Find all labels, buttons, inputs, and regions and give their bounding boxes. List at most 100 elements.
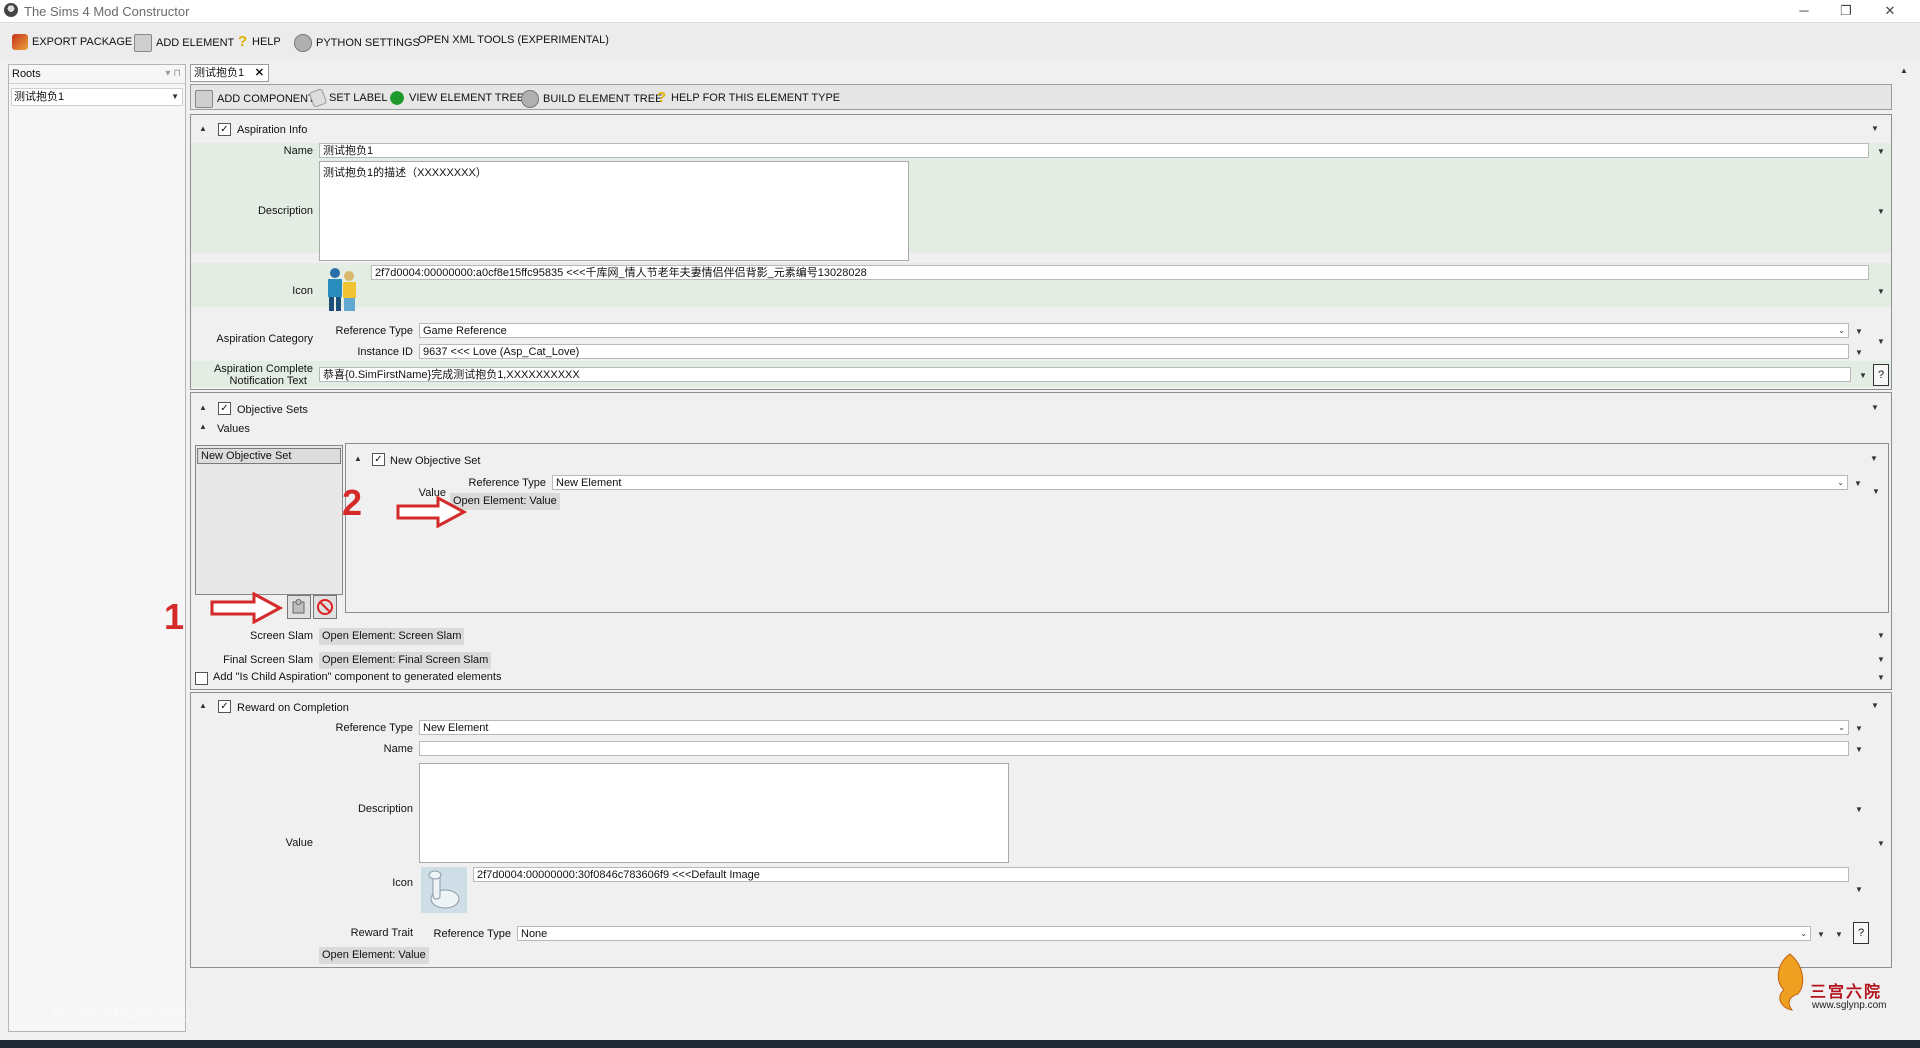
dropdown-arrow-icon[interactable]: ▼ [1872, 487, 1880, 496]
trait-reference-type-select[interactable]: None ⌄ [517, 926, 1811, 941]
annotation-number-1: 1 [164, 596, 185, 637]
pin-icon[interactable]: ▾ ⊓ [165, 65, 181, 83]
help-label: HELP [252, 36, 281, 48]
tab-document[interactable]: 测试抱负1 ✕ [190, 64, 269, 82]
reward-reference-type-select[interactable]: New Element ⌄ [419, 720, 1849, 735]
reward-name-field[interactable] [419, 741, 1849, 756]
collapse-icon[interactable]: ▲ [199, 124, 207, 133]
reward-value-label: Value [285, 837, 313, 849]
reference-type-select[interactable]: Game Reference ⌄ [419, 323, 1849, 338]
list-item[interactable]: New Objective Set [197, 448, 341, 464]
objective-set-list: New Objective Set [195, 445, 343, 595]
dropdown-arrow-icon[interactable]: ▼ [1877, 287, 1885, 296]
dropdown-arrow-icon[interactable]: ▼ [1835, 930, 1843, 939]
logo-url: www.sglynp.com [1812, 1000, 1887, 1011]
puzzle-icon [134, 34, 152, 52]
dropdown-arrow-icon[interactable]: ▼ [1877, 839, 1885, 848]
dropdown-arrow-icon[interactable]: ▼ [1859, 371, 1867, 380]
reference-type-label: Reference Type [468, 477, 546, 489]
dropdown-arrow-icon[interactable]: ▼ [1877, 631, 1885, 640]
view-element-tree-button[interactable]: VIEW ELEMENT TREE [389, 90, 524, 106]
scroll-up-icon[interactable]: ▲ [1900, 66, 1908, 75]
reward-name-label: Name [383, 743, 413, 755]
dropdown-arrow-icon[interactable]: ▼ [1870, 454, 1878, 463]
collapse-icon[interactable]: ▲ [199, 422, 207, 431]
reward-checkbox[interactable]: ✓ [218, 700, 231, 713]
aspiration-info-checkbox[interactable]: ✓ [218, 123, 231, 136]
help-icon: ? [657, 89, 667, 106]
help-button[interactable]: ? HELP [238, 34, 281, 50]
python-settings-button[interactable]: PYTHON SETTINGS [294, 34, 420, 52]
dropdown-arrow-icon[interactable]: ▼ [1871, 403, 1879, 412]
dropdown-arrow-icon[interactable]: ▼ [1855, 805, 1863, 814]
add-component-button[interactable]: ADD COMPONENT [195, 90, 315, 108]
reward-description-textarea[interactable] [419, 763, 1009, 863]
dropdown-arrow-icon[interactable]: ▼ [1855, 885, 1863, 894]
instance-id-label: Instance ID [357, 346, 413, 358]
add-item-button[interactable] [287, 595, 311, 619]
dropdown-arrow-icon[interactable]: ▼ [1817, 930, 1825, 939]
add-element-button[interactable]: ADD ELEMENT [134, 34, 234, 52]
name-field[interactable]: 测试抱负1 [319, 143, 1869, 158]
maximize-button[interactable]: ❐ [1826, 0, 1866, 22]
build-element-tree-label: BUILD ELEMENT TREE [543, 93, 663, 105]
reward-reference-type-value: New Element [423, 722, 489, 734]
chevron-down-icon: ⌄ [1838, 326, 1845, 335]
collapse-icon[interactable]: ▲ [199, 701, 207, 710]
package-icon [12, 34, 28, 50]
taskbar [0, 1040, 1920, 1048]
reward-open-element-value-button[interactable]: Open Element: Value [319, 947, 429, 964]
aspiration-category-label: Aspiration Category [216, 333, 313, 345]
open-screen-slam-button[interactable]: Open Element: Screen Slam [319, 628, 465, 645]
icon-resource-field[interactable]: 2f7d0004:00000000:a0cf8e15ffc95835 <<<千库… [371, 265, 1869, 280]
set-label-button[interactable]: SET LABEL [308, 88, 388, 108]
dropdown-arrow-icon[interactable]: ▼ [1877, 147, 1885, 156]
screen-slam-label: Screen Slam [250, 630, 313, 642]
remove-item-button[interactable] [313, 595, 337, 619]
puzzle-icon [292, 599, 305, 614]
dropdown-arrow-icon[interactable]: ▼ [1855, 745, 1863, 754]
export-package-button[interactable]: EXPORT PACKAGE [12, 34, 132, 50]
dropdown-arrow-icon[interactable]: ▼ [1871, 701, 1879, 710]
phoenix-logo-icon [1777, 953, 1804, 1011]
description-label: Description [257, 205, 313, 217]
child-aspiration-checkbox[interactable] [195, 672, 208, 685]
reward-icon-resource-field[interactable]: 2f7d0004:00000000:30f0846c783606f9 <<<De… [473, 867, 1849, 882]
collapse-icon[interactable]: ▲ [199, 403, 207, 412]
build-element-tree-button[interactable]: BUILD ELEMENT TREE [521, 90, 662, 108]
collapse-icon[interactable]: ▲ [354, 454, 362, 463]
new-objective-set-checkbox[interactable]: ✓ [372, 453, 385, 466]
dropdown-arrow-icon[interactable]: ▼ [1877, 673, 1885, 682]
help-element-type-button[interactable]: ? HELP FOR THIS ELEMENT TYPE [657, 90, 840, 106]
open-final-screen-slam-button[interactable]: Open Element: Final Screen Slam [319, 652, 492, 669]
minimize-button[interactable]: ─ [1784, 0, 1824, 22]
label-tag-icon [308, 88, 328, 108]
objective-sets-checkbox[interactable]: ✓ [218, 402, 231, 415]
dropdown-arrow-icon[interactable]: ▼ [1871, 124, 1879, 133]
dropdown-arrow-icon[interactable]: ▼ [1855, 327, 1863, 336]
chevron-down-icon: ▼ [171, 92, 179, 101]
dropdown-arrow-icon[interactable]: ▼ [1855, 348, 1863, 357]
objective-reference-type-select[interactable]: New Element ⌄ [552, 475, 1848, 490]
close-window-button[interactable]: ✕ [1870, 0, 1910, 22]
chevron-down-icon: ⌄ [1837, 478, 1844, 487]
roots-header: Roots ▾ ⊓ [9, 65, 185, 84]
reward-trait-help-button[interactable]: ? [1853, 922, 1869, 944]
dropdown-arrow-icon[interactable]: ▼ [1854, 479, 1862, 488]
dropdown-arrow-icon[interactable]: ▼ [1877, 207, 1885, 216]
description-textarea[interactable]: 测试抱负1的描述（XXXXXXXX） [319, 161, 909, 261]
open-xml-tools-button[interactable]: OPEN XML TOOLS (EXPERIMENTAL) [418, 34, 609, 46]
notification-help-button[interactable]: ? [1873, 364, 1889, 386]
root-selector-value: 测试抱负1 [14, 91, 65, 103]
root-selector[interactable]: 测试抱负1 ▼ [11, 88, 183, 106]
dropdown-arrow-icon[interactable]: ▼ [1877, 337, 1885, 346]
roots-title: Roots [12, 68, 41, 80]
icon-label: Icon [292, 285, 313, 297]
close-tab-icon[interactable]: ✕ [255, 65, 264, 81]
no-entry-icon [317, 599, 333, 615]
notification-text-field[interactable]: 恭喜{0.SimFirstName}完成测试抱负1,XXXXXXXXXX [319, 367, 1851, 382]
instance-id-field[interactable]: 9637 <<< Love (Asp_Cat_Love) [419, 344, 1849, 359]
new-objective-set-title: New Objective Set [390, 455, 481, 467]
dropdown-arrow-icon[interactable]: ▼ [1877, 655, 1885, 664]
dropdown-arrow-icon[interactable]: ▼ [1855, 724, 1863, 733]
